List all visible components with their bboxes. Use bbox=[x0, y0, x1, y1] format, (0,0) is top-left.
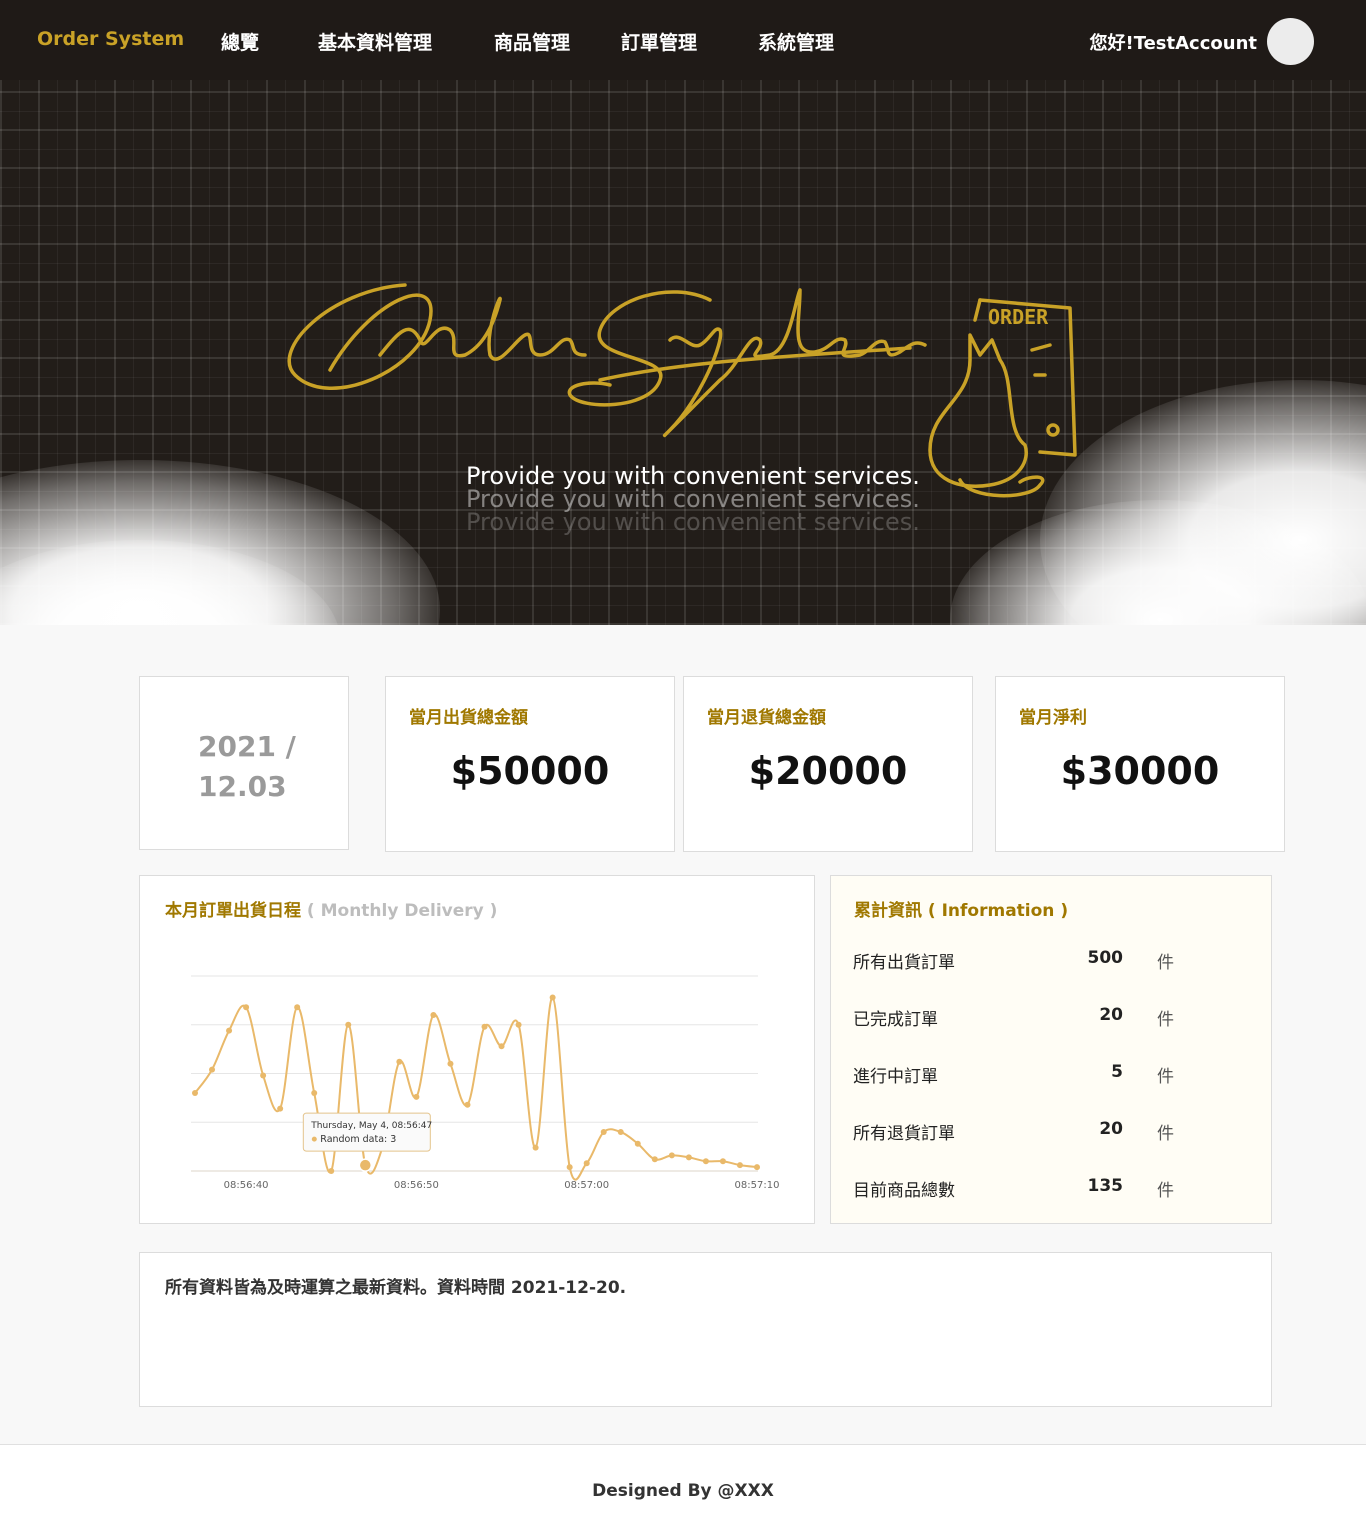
data-point[interactable] bbox=[430, 1012, 437, 1018]
stat-value: $50000 bbox=[450, 749, 610, 793]
info-value: 5 bbox=[1111, 1062, 1123, 1082]
nav-basic-data[interactable]: 基本資料管理 bbox=[318, 28, 432, 55]
data-note: 所有資料皆為及時運算之最新資料。資料時間 2021-12-20. bbox=[165, 1278, 627, 1298]
data-point[interactable] bbox=[464, 1101, 471, 1108]
data-point[interactable] bbox=[396, 1058, 403, 1065]
info-value: 500 bbox=[1087, 948, 1124, 968]
data-point[interactable] bbox=[481, 1023, 488, 1030]
data-point[interactable] bbox=[498, 1043, 505, 1050]
data-point[interactable] bbox=[702, 1158, 709, 1165]
data-point[interactable] bbox=[447, 1060, 454, 1067]
info-value: 20 bbox=[1099, 1005, 1123, 1025]
stat-label: 當月出貨總金額 bbox=[409, 708, 528, 728]
data-point[interactable] bbox=[328, 1168, 335, 1174]
data-point[interactable] bbox=[736, 1162, 743, 1169]
hero-tagline-reflection-2: Provide you with convenient services. bbox=[466, 508, 920, 536]
data-point[interactable] bbox=[192, 1090, 198, 1096]
data-point[interactable] bbox=[549, 994, 556, 1001]
info-label: 目前商品總數 bbox=[853, 1181, 955, 1201]
highlighted-point bbox=[358, 1158, 373, 1172]
return-total-card: 當月退貨總金額 $20000 bbox=[683, 676, 973, 852]
info-unit: 件 bbox=[1157, 1124, 1174, 1144]
info-label: 所有出貨訂單 bbox=[853, 953, 955, 973]
current-date: 2021 /12.03 bbox=[198, 730, 296, 803]
info-unit: 件 bbox=[1157, 1010, 1174, 1030]
avatar[interactable] bbox=[1267, 18, 1314, 65]
brand-logo[interactable]: Order System bbox=[37, 28, 184, 50]
stat-label: 當月淨利 bbox=[1019, 708, 1087, 728]
nav-products[interactable]: 商品管理 bbox=[494, 28, 570, 55]
tooltip-box bbox=[302, 1112, 431, 1152]
x-tick-label: 08:56:40 bbox=[224, 1180, 269, 1191]
data-point[interactable] bbox=[311, 1090, 318, 1096]
order-badge-text: ORDER bbox=[988, 305, 1049, 329]
data-point[interactable] bbox=[226, 1027, 233, 1034]
info-label: 已完成訂單 bbox=[853, 1010, 938, 1030]
x-tick-label: 08:56:50 bbox=[394, 1180, 439, 1191]
footer-credit: Designed By @XXX bbox=[592, 1481, 774, 1501]
x-tick-label: 08:57:10 bbox=[735, 1180, 780, 1191]
data-point[interactable] bbox=[600, 1129, 607, 1135]
info-unit: 件 bbox=[1157, 1067, 1174, 1087]
data-point[interactable] bbox=[719, 1158, 726, 1165]
user-greeting: 您好!TestAccount bbox=[1089, 33, 1258, 54]
tooltip-time: Thursday, May 4, 08:56:47 bbox=[310, 1121, 432, 1131]
data-point[interactable] bbox=[634, 1140, 641, 1147]
data-point[interactable] bbox=[345, 1021, 352, 1028]
data-point[interactable] bbox=[617, 1129, 624, 1135]
data-point[interactable] bbox=[260, 1072, 267, 1079]
tooltip-marker bbox=[311, 1136, 317, 1142]
data-note-panel: 所有資料皆為及時運算之最新資料。資料時間 2021-12-20. bbox=[139, 1252, 1272, 1407]
stat-value: $30000 bbox=[1060, 749, 1220, 793]
info-unit: 件 bbox=[1157, 953, 1174, 973]
footer: Designed By @XXX bbox=[0, 1444, 1366, 1530]
data-point[interactable] bbox=[566, 1164, 573, 1171]
delivery-line-chart[interactable]: 08:56:40 08:56:50 08:57:00 08:57:10 Thursday… bbox=[140, 876, 816, 1225]
data-point[interactable] bbox=[515, 1021, 522, 1028]
shipment-total-card: 當月出貨總金額 $50000 bbox=[385, 676, 675, 852]
nav-overview[interactable]: 總覽 bbox=[221, 28, 259, 55]
info-value: 135 bbox=[1087, 1176, 1124, 1196]
info-unit: 件 bbox=[1157, 1181, 1174, 1201]
tooltip-value: Random data: 3 bbox=[320, 1134, 396, 1145]
data-point[interactable] bbox=[685, 1154, 692, 1161]
stat-label: 當月退貨總金額 bbox=[707, 708, 826, 728]
info-label: 所有退貨訂單 bbox=[853, 1124, 955, 1144]
x-tick-label: 08:57:00 bbox=[564, 1180, 609, 1191]
data-point[interactable] bbox=[277, 1105, 284, 1112]
net-profit-card: 當月淨利 $30000 bbox=[995, 676, 1285, 852]
data-point[interactable] bbox=[754, 1164, 760, 1171]
stat-value: $20000 bbox=[748, 749, 908, 793]
nav-system[interactable]: 系統管理 bbox=[758, 28, 834, 55]
data-point[interactable] bbox=[243, 1004, 250, 1011]
information-panel: 累計資訊 ( Information ) 所有出貨訂單 500 件 已完成訂單 … bbox=[830, 875, 1272, 1224]
info-value: 20 bbox=[1099, 1119, 1123, 1139]
data-point[interactable] bbox=[413, 1093, 420, 1100]
nav-orders[interactable]: 訂單管理 bbox=[621, 28, 697, 55]
monthly-delivery-panel: 本月訂單出貨日程 ( Monthly Delivery ) 08:56:40 08… bbox=[139, 875, 815, 1224]
top-navbar: Order System 總覽 基本資料管理 商品管理 訂單管理 系統管理 您好… bbox=[0, 0, 1366, 80]
data-point[interactable] bbox=[583, 1160, 590, 1167]
date-card: 2021 /12.03 bbox=[139, 676, 349, 850]
data-point[interactable] bbox=[668, 1152, 675, 1159]
data-point[interactable] bbox=[651, 1156, 658, 1163]
info-label: 進行中訂單 bbox=[853, 1067, 938, 1087]
data-point[interactable] bbox=[294, 1004, 301, 1011]
data-point[interactable] bbox=[532, 1144, 539, 1151]
hero-banner: ORDER Provide you with convenient servic… bbox=[0, 80, 1366, 625]
info-title: 累計資訊 ( Information ) bbox=[854, 901, 1069, 921]
data-point[interactable] bbox=[209, 1066, 216, 1073]
